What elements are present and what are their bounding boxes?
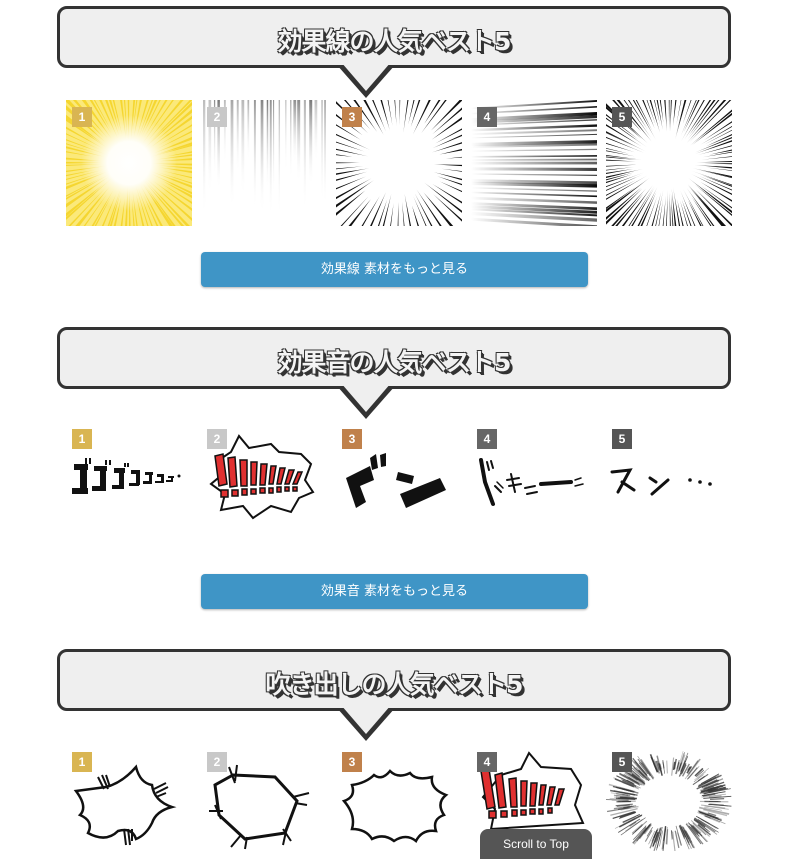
ranking-item-1[interactable]: 1: [66, 100, 192, 226]
ranking-item-4[interactable]: 4: [471, 100, 597, 226]
rank-badge: 5: [612, 107, 632, 127]
rank-badge: 4: [477, 429, 497, 449]
rank-badge: 1: [72, 429, 92, 449]
rank-badge: 4: [477, 107, 497, 127]
ranking-item-3[interactable]: 3: [336, 100, 462, 226]
rank-badge: 3: [342, 107, 362, 127]
rank-badge: 1: [72, 752, 92, 772]
scroll-to-top-button[interactable]: Scroll to Top: [480, 829, 592, 859]
section-title: 吹き出しの人気ベスト5: [60, 665, 728, 701]
ranking-item-5[interactable]: 5: [606, 100, 732, 226]
ranking-item-5[interactable]: 5: [606, 745, 732, 851]
ranking-item-2[interactable]: 2: [201, 745, 327, 851]
ranking-item-2[interactable]: 2: [201, 100, 327, 226]
rank-badge: 2: [207, 107, 227, 127]
more-effect-lines-button[interactable]: 効果線 素材をもっと見る: [201, 252, 588, 287]
ranking-item-1[interactable]: 1: [66, 422, 192, 532]
section-title-bubble: 効果音の人気ベスト5: [57, 327, 731, 389]
ranking-item-2[interactable]: 2: [201, 422, 327, 532]
rank-badge: 3: [342, 429, 362, 449]
rank-badge: 3: [342, 752, 362, 772]
section-title-bubble: 吹き出しの人気ベスト5: [57, 649, 731, 711]
section-title: 効果音の人気ベスト5: [60, 343, 728, 379]
ranking-item-3[interactable]: 3: [336, 745, 462, 851]
ranking-item-5[interactable]: 5: [606, 422, 732, 532]
ranking-item-3[interactable]: 3: [336, 422, 462, 532]
section-title-bubble: 効果線の人気ベスト5: [57, 6, 731, 68]
section-title: 効果線の人気ベスト5: [60, 22, 728, 58]
more-sound-effects-button[interactable]: 効果音 素材をもっと見る: [201, 574, 588, 609]
rank-badge: 1: [72, 107, 92, 127]
ranking-item-1[interactable]: 1: [66, 745, 192, 851]
rank-badge: 2: [207, 429, 227, 449]
ranking-item-4[interactable]: 4: [471, 422, 597, 532]
rank-badge: 5: [612, 429, 632, 449]
rank-badge: 4: [477, 752, 497, 772]
rank-badge: 5: [612, 752, 632, 772]
rank-badge: 2: [207, 752, 227, 772]
